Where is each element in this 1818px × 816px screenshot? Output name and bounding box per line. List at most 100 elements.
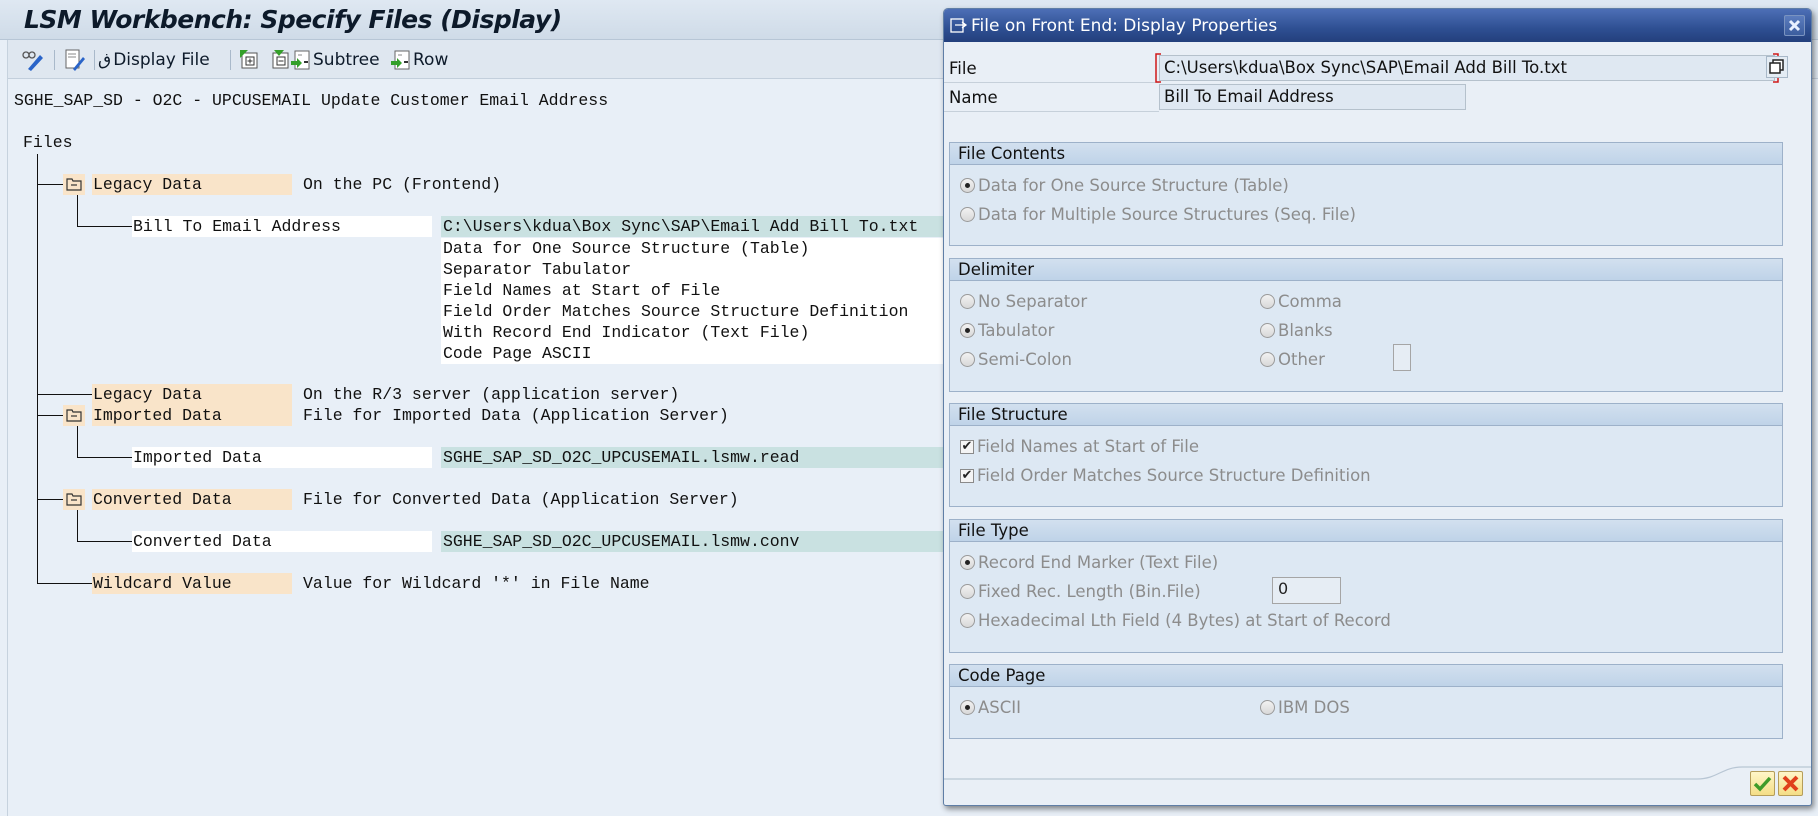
dialog-title-bar[interactable]: File on Front End: Display Properties	[944, 9, 1811, 42]
copy-icon	[1769, 59, 1784, 74]
radio-icon	[960, 584, 975, 599]
close-icon	[1788, 19, 1801, 32]
property-row: With Record End Indicator (Text File)	[443, 323, 810, 342]
lsmw-object-description: SGHE_SAP_SD - O2C - UPCUSEMAIL Update Cu…	[14, 91, 609, 110]
radio-ascii[interactable]: ASCII	[960, 698, 1021, 717]
fixed-length-field[interactable]: 0	[1272, 577, 1341, 604]
tree-connector	[77, 510, 78, 541]
expand-all-icon	[239, 50, 259, 70]
expand-all-button[interactable]	[239, 48, 259, 72]
name-label: Name	[949, 88, 998, 107]
tree-node-label[interactable]: Legacy Data	[93, 174, 202, 195]
tree-node-label[interactable]: Wildcard Value	[93, 573, 232, 594]
edit-document-icon	[64, 49, 86, 71]
row-divider	[944, 82, 1159, 83]
radio-selected-icon	[960, 700, 975, 715]
radio-tabulator[interactable]: Tabulator	[960, 321, 1054, 340]
radio-icon	[960, 294, 975, 309]
property-row: Separator Tabulator	[443, 260, 632, 279]
row-divider	[944, 111, 1159, 112]
tree-connector	[37, 415, 63, 416]
tree-connector	[37, 394, 92, 395]
footer-divider	[944, 766, 1811, 780]
tree-node-description: File for Imported Data (Application Serv…	[303, 406, 729, 425]
tree-connector	[77, 195, 78, 226]
radio-ibm-dos[interactable]: IBM DOS	[1260, 698, 1350, 717]
checkbox-checked-icon: ✔	[960, 467, 974, 483]
display-file-button[interactable]: ڧ Display File	[98, 48, 210, 72]
property-row: Field Order Matches Source Structure Def…	[443, 302, 909, 321]
ok-button[interactable]	[1750, 771, 1775, 796]
insert-subtree-button[interactable]: Subtree	[290, 48, 380, 72]
radio-hexadecimal-length-field[interactable]: Hexadecimal Lth Field (4 Bytes) at Start…	[960, 611, 1391, 630]
radio-icon	[1260, 352, 1275, 367]
display-change-button[interactable]	[20, 48, 44, 72]
radio-blanks[interactable]: Blanks	[1260, 321, 1333, 340]
checkbox-field-names-at-start[interactable]: ✔ Field Names at Start of File	[960, 437, 1199, 456]
radio-icon	[960, 352, 975, 367]
radio-other[interactable]: Other	[1260, 350, 1325, 369]
converted-file-value[interactable]: SGHE_SAP_SD_O2C_UPCUSEMAIL.lsmw.conv	[443, 531, 799, 552]
insert-row-button[interactable]: Row	[390, 48, 448, 72]
radio-selected-icon	[960, 323, 975, 338]
group-title: Delimiter	[950, 259, 1782, 281]
radio-record-end-marker[interactable]: Record End Marker (Text File)	[960, 553, 1218, 572]
folder-open-icon[interactable]	[63, 489, 85, 510]
radio-multiple-source-structures[interactable]: Data for Multiple Source Structures (Seq…	[960, 205, 1356, 224]
focus-brackets	[1155, 53, 1779, 83]
property-row: Data for One Source Structure (Table)	[443, 239, 810, 258]
group-title: File Structure	[950, 404, 1782, 426]
toolbar-separator	[94, 50, 95, 70]
tree-connector	[77, 226, 132, 227]
radio-no-separator[interactable]: No Separator	[960, 292, 1087, 311]
page-title: LSM Workbench: Specify Files (Display)	[24, 5, 562, 34]
tree-node-label[interactable]: Imported Data	[93, 405, 222, 426]
checkbox-field-order-matches[interactable]: ✔ Field Order Matches Source Structure De…	[960, 466, 1371, 485]
folder-open-icon[interactable]	[63, 405, 85, 426]
tree-child-label[interactable]: Imported Data	[133, 447, 262, 468]
folder-open-icon[interactable]	[63, 174, 85, 195]
edit-button[interactable]	[64, 48, 86, 72]
name-field[interactable]: Bill To Email Address	[1159, 84, 1466, 110]
toolbar-separator	[230, 50, 231, 70]
tree-node-description: File for Converted Data (Application Ser…	[303, 490, 739, 509]
radio-icon	[960, 613, 975, 628]
radio-fixed-record-length[interactable]: Fixed Rec. Length (Bin.File)	[960, 582, 1201, 601]
checkmark-icon	[1753, 776, 1772, 792]
tree-child-label[interactable]: Bill To Email Address	[133, 216, 341, 237]
file-path-value[interactable]: C:\Users\kdua\Box Sync\SAP\Email Add Bil…	[443, 216, 918, 237]
cancel-button[interactable]	[1778, 771, 1803, 796]
file-structure-group: File Structure ✔ Field Names at Start of …	[949, 403, 1783, 507]
display-change-icon	[20, 49, 44, 71]
tree-node-description: On the R/3 server (application server)	[303, 385, 680, 404]
tree-node-description: Value for Wildcard '*' in File Name	[303, 574, 650, 593]
tree-root-files[interactable]: Files	[23, 132, 73, 153]
delimiter-group: Delimiter No Separator Tabulator Semi-Co…	[949, 258, 1783, 392]
tree-connector	[37, 184, 63, 185]
tree-connector	[77, 541, 132, 542]
content-frame-border	[7, 40, 8, 816]
tree-child-label[interactable]: Converted Data	[133, 531, 272, 552]
toolbar-separator	[54, 50, 55, 70]
radio-comma[interactable]: Comma	[1260, 292, 1342, 311]
radio-one-source-structure[interactable]: Data for One Source Structure (Table)	[960, 176, 1289, 195]
insert-subtree-icon	[290, 50, 310, 70]
tree-connector	[77, 457, 132, 458]
tree-connector	[37, 583, 92, 584]
other-delimiter-field[interactable]	[1393, 344, 1411, 371]
collapse-all-button[interactable]	[270, 48, 290, 72]
group-title: File Type	[950, 520, 1782, 542]
dialog-title: File on Front End: Display Properties	[971, 16, 1278, 36]
tree-node-label[interactable]: Legacy Data	[93, 384, 202, 405]
insert-row-icon	[390, 50, 410, 70]
imported-file-value[interactable]: SGHE_SAP_SD_O2C_UPCUSEMAIL.lsmw.read	[443, 447, 799, 468]
radio-semi-colon[interactable]: Semi-Colon	[960, 350, 1072, 369]
radio-icon	[960, 207, 975, 222]
radio-icon	[1260, 294, 1275, 309]
tree-node-label[interactable]: Converted Data	[93, 489, 232, 510]
glasses-icon: ڧ	[98, 50, 112, 70]
property-row: Field Names at Start of File	[443, 281, 721, 300]
multiple-selection-button[interactable]	[1766, 56, 1788, 78]
dialog-close-button[interactable]	[1784, 15, 1805, 36]
collapse-all-icon	[270, 50, 290, 70]
